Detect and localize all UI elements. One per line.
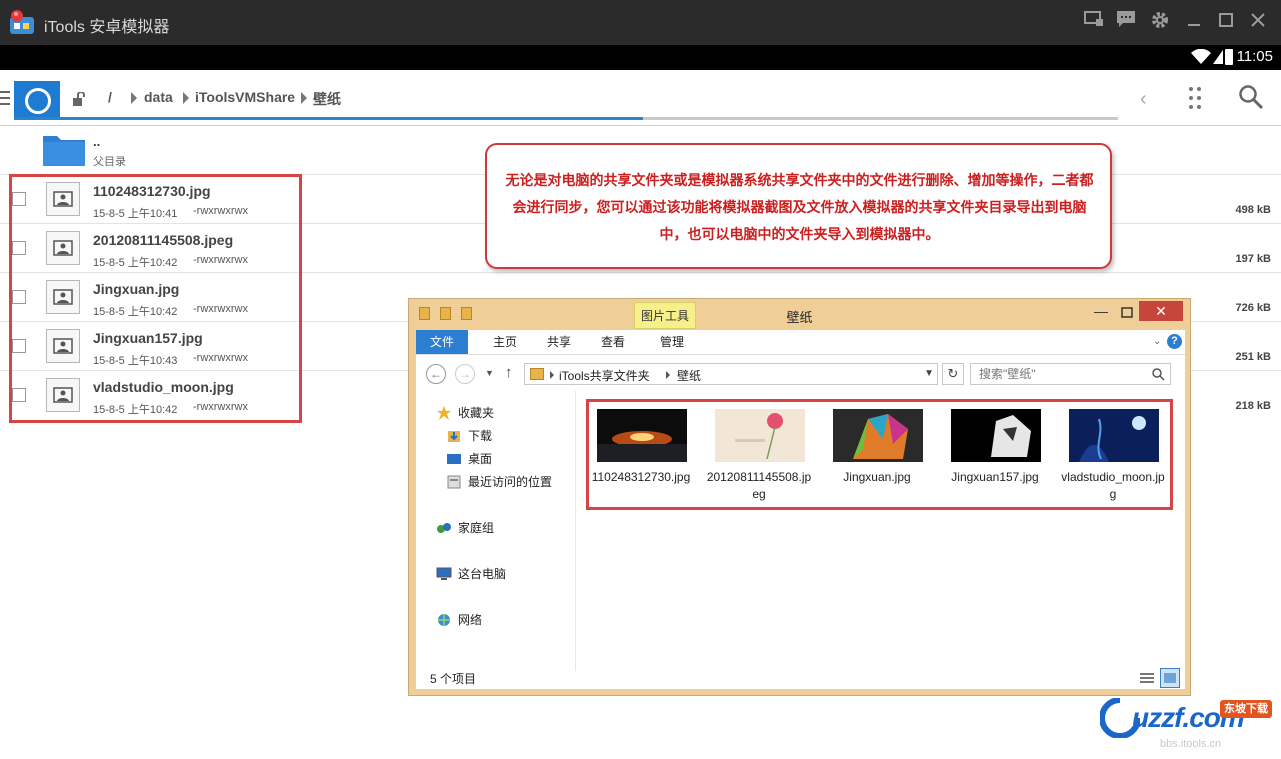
star-icon <box>437 406 451 420</box>
address-bar[interactable]: iTools共享文件夹 壁纸 ▼ <box>524 363 938 385</box>
file-size: 218 kB <box>1235 400 1271 412</box>
forward-arrow-icon[interactable]: → <box>455 364 475 384</box>
up-arrow-icon[interactable]: ↑ <box>505 364 513 381</box>
breadcrumb-separator <box>301 92 307 104</box>
folder-icon <box>530 368 544 380</box>
tab-home[interactable]: 主页 <box>482 330 528 354</box>
breadcrumb-data[interactable]: data <box>144 89 173 105</box>
recent-places-icon <box>447 475 461 489</box>
window-titlebar: iTools 安卓模拟器 <box>0 0 1281 45</box>
unlock-icon[interactable] <box>72 92 86 106</box>
address-separator <box>666 371 670 379</box>
explorer-ribbon-tabs: 文件 主页 共享 查看 管理 ⌄ ? <box>416 330 1185 354</box>
signal-icon <box>1213 50 1223 64</box>
status-time: 11:05 <box>1236 48 1273 65</box>
breadcrumb-root[interactable]: / <box>108 89 112 105</box>
wifi-icon <box>1191 49 1211 64</box>
computer-icon <box>436 567 452 580</box>
chat-icon[interactable] <box>1114 10 1138 34</box>
file-size: 498 kB <box>1235 204 1271 216</box>
android-status-bar: 11:05 <box>0 45 1281 70</box>
tab-file[interactable]: 文件 <box>416 330 468 354</box>
thumbnail-label: vladstudio_moon.jpg <box>1061 470 1165 501</box>
details-view-icon[interactable] <box>1138 669 1156 687</box>
thumbnail-highlight-frame: 110248312730.jpg 20120811145508.jpeg Jin… <box>586 399 1173 510</box>
path-progress-bar <box>14 117 1118 120</box>
help-icon[interactable]: ? <box>1167 334 1182 349</box>
explorer-body: ← → ▼ ↑ iTools共享文件夹 壁纸 ▼ ↻ 收藏夹 <box>416 354 1185 689</box>
tab-view[interactable]: 查看 <box>590 330 636 354</box>
homegroup-icon <box>437 523 451 533</box>
address-separator <box>550 371 554 379</box>
close-icon[interactable] <box>1246 10 1270 34</box>
thumbnail-label: 20120811145508.jpeg <box>706 470 812 501</box>
file-size: 197 kB <box>1235 253 1271 265</box>
breadcrumb-current[interactable]: 壁纸 <box>313 89 341 109</box>
thumbnail-label: Jingxuan.jpg <box>843 470 911 484</box>
battery-icon <box>1225 49 1233 65</box>
chevron-left-icon[interactable]: ‹ <box>1140 88 1154 110</box>
menu-icon[interactable] <box>0 90 10 106</box>
callout-text: 无论是对电脑的共享文件夹或是模拟器系统共享文件夹中的文件进行删除、增加等操作，二… <box>505 172 1094 242</box>
maximize-icon[interactable] <box>1214 10 1238 34</box>
thumbnail-image <box>715 409 805 462</box>
file-list-highlight-frame <box>9 174 302 423</box>
large-icons-view-icon[interactable] <box>1160 668 1180 688</box>
annotation-callout: 无论是对电脑的共享文件夹或是模拟器系统共享文件夹中的文件进行删除、增加等操作，二… <box>485 143 1112 269</box>
explorer-search[interactable] <box>970 363 1171 385</box>
address-segment[interactable]: iTools共享文件夹 <box>559 367 650 384</box>
file-manager-appbar: / data iToolsVMShare 壁纸 ‹ <box>0 70 1281 126</box>
explorer-nav-pane: 收藏夹 下载 桌面 最近访问的位置 家庭组 这台电脑 网络 <box>416 391 576 671</box>
gear-icon[interactable] <box>1148 10 1172 34</box>
item-count: 5 个项目 <box>430 672 477 686</box>
watermark-subtext: bbs.itools.cn <box>1160 738 1222 750</box>
search-icon[interactable] <box>1151 367 1165 381</box>
thumbnail-image <box>1069 409 1159 462</box>
window-title: iTools 安卓模拟器 <box>44 19 170 36</box>
explorer-search-input[interactable] <box>971 364 1146 384</box>
explorer-title: 壁纸 <box>786 310 813 325</box>
appbar-divider <box>0 125 1281 126</box>
chevron-down-icon[interactable]: ▼ <box>924 368 934 379</box>
thumbnail-label: Jingxuan157.jpg <box>951 470 1039 484</box>
itools-logo-icon <box>10 10 34 34</box>
thumbnail-image <box>833 409 923 462</box>
minimize-icon[interactable] <box>1182 10 1206 34</box>
more-vertical-icon[interactable] <box>1188 86 1202 110</box>
path-progress-fill <box>14 117 644 120</box>
breadcrumb-separator <box>183 92 189 104</box>
refresh-icon[interactable]: ↻ <box>942 363 964 385</box>
minimize-icon[interactable]: — <box>1091 304 1111 321</box>
file-size: 726 kB <box>1235 302 1271 314</box>
close-button[interactable]: ✕ <box>1139 301 1183 321</box>
explorer-navigation-row: ← → ▼ ↑ iTools共享文件夹 壁纸 ▼ ↻ <box>416 355 1185 391</box>
back-arrow-icon[interactable]: ← <box>426 364 446 384</box>
recent-locations-caret-icon[interactable]: ▼ <box>485 368 494 378</box>
breadcrumb-itoolsvmshare[interactable]: iToolsVMShare <box>195 89 295 105</box>
explorer-status-bar: 5 个项目 <box>416 667 1185 689</box>
site-watermark: uzzf.com 东坡下载 bbs.itools.cn <box>1100 694 1278 756</box>
breadcrumb-separator <box>131 92 137 104</box>
download-folder-icon <box>448 431 460 442</box>
folder-icon <box>43 136 85 166</box>
screen-icon[interactable] <box>1082 10 1106 34</box>
chevron-down-icon[interactable]: ⌄ <box>1153 336 1163 347</box>
network-icon <box>438 614 450 626</box>
explorer-window: 图片工具 壁纸 — ✕ 文件 主页 共享 查看 管理 ⌄ ? ← → ▼ ↑ i… <box>408 298 1191 696</box>
explorer-titlebar: 图片工具 壁纸 — ✕ <box>409 299 1190 329</box>
desktop-icon <box>447 454 461 464</box>
file-size: 251 kB <box>1235 351 1271 363</box>
address-segment[interactable]: 壁纸 <box>677 367 701 384</box>
thumbnail-image <box>597 409 687 462</box>
thumbnail-image <box>951 409 1041 462</box>
watermark-tag: 东坡下载 <box>1220 700 1272 718</box>
tab-share[interactable]: 共享 <box>536 330 582 354</box>
thumbnail-label: 110248312730.jpg <box>591 470 691 484</box>
search-icon[interactable] <box>1238 84 1264 110</box>
tab-manage[interactable]: 管理 <box>642 330 702 354</box>
home-circle-button[interactable] <box>14 81 60 119</box>
parent-name: .. <box>93 134 101 149</box>
parent-subtitle: 父目录 <box>93 156 126 168</box>
maximize-icon[interactable] <box>1117 305 1137 321</box>
